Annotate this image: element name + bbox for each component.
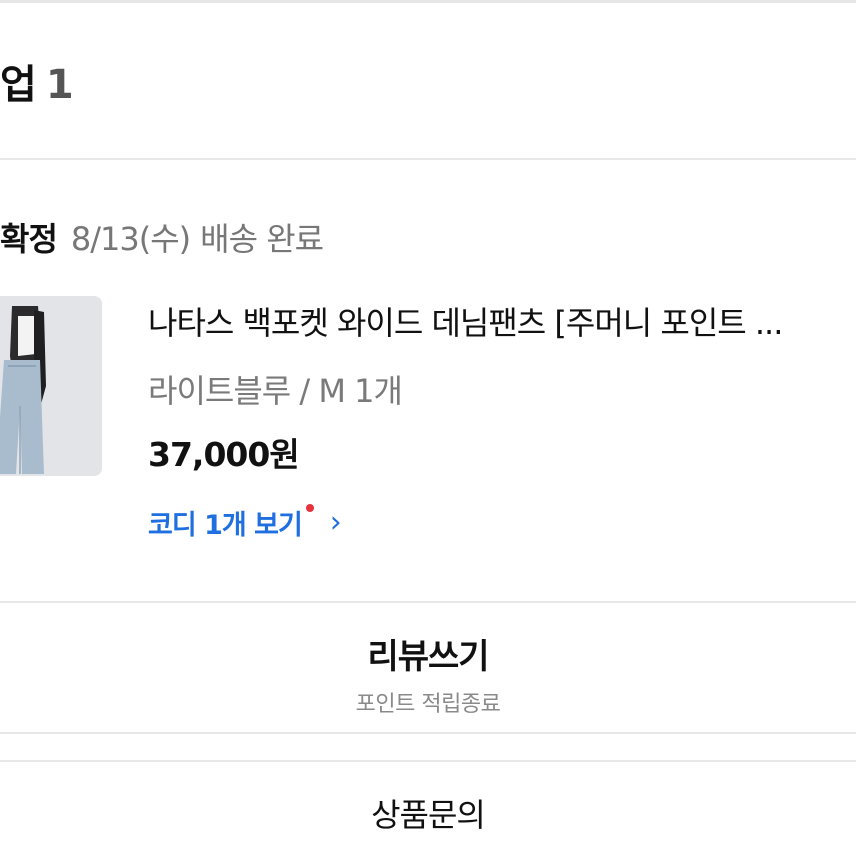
product-name[interactable]: 나타스 백포켓 와이드 데님팬츠 [주머니 포인트 ... (148, 298, 856, 346)
content-divider (0, 601, 856, 603)
section-title: 업1 (0, 52, 74, 112)
section-count: 1 (45, 62, 74, 108)
delivery-status: 배송 완료 (200, 220, 324, 258)
order-status: 확정 (0, 220, 58, 258)
section-divider (0, 158, 856, 160)
view-coordi-label: 코디 1개 보기 (148, 509, 303, 541)
product-image (0, 296, 102, 476)
new-badge-dot (305, 504, 314, 512)
write-review-button[interactable]: 리뷰쓰기 포인트 적립종료 (0, 614, 856, 732)
product-inquiry-label: 상품문의 (371, 796, 486, 834)
product-inquiry-button[interactable]: 상품문의 (0, 770, 856, 856)
chevron-right-icon: › (329, 504, 342, 540)
review-points-note: 포인트 적립종료 (355, 691, 501, 717)
product-thumbnail[interactable] (0, 296, 102, 476)
product-price: 37,000원 (148, 435, 300, 474)
order-status-line: 확정 8/13(수) 배송 완료 (0, 214, 324, 264)
top-divider (0, 0, 856, 3)
write-review-label: 리뷰쓰기 (367, 636, 489, 677)
product-option: 라이트블루 / M 1개 (148, 372, 403, 410)
view-coordi-link[interactable]: 코디 1개 보기 › (148, 500, 342, 544)
order-date: 8/13(수) (70, 220, 191, 258)
order-detail-page: 업1 확정 8/13(수) 배송 완료 나타스 백포켓 와이드 데님팬츠 [주머니 … (0, 0, 856, 856)
section-title-text: 업 (0, 62, 37, 108)
button-gap (0, 734, 856, 762)
